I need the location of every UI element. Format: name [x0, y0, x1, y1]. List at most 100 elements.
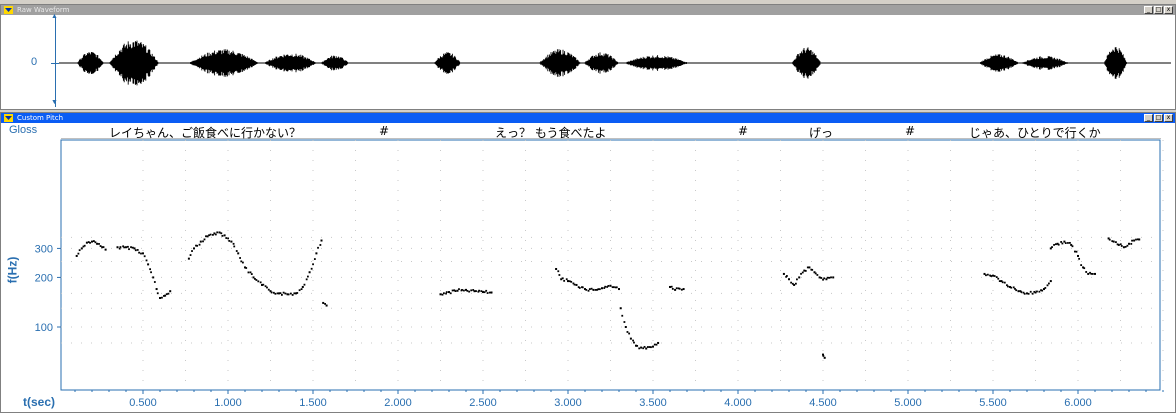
pitch-point: [601, 287, 603, 290]
pitch-point: [643, 345, 646, 348]
pitch-point: [578, 287, 581, 289]
pitch-point: [198, 243, 201, 246]
pitch-point: [678, 287, 681, 290]
pitch-point: [669, 285, 671, 288]
pitch-point: [632, 339, 634, 342]
maximize-button[interactable]: □: [1154, 6, 1163, 14]
plot-frame: [60, 139, 1161, 391]
pitch-point: [1085, 271, 1088, 273]
pitch-point: [249, 271, 252, 274]
pitch-point: [613, 286, 615, 289]
pitch-point: [573, 283, 576, 286]
pitch-point: [1138, 238, 1141, 241]
pitch-point: [313, 258, 316, 260]
pitch-point: [830, 276, 832, 279]
waveform-title-bar[interactable]: Raw Waveform _ □ x: [1, 5, 1175, 15]
pitch-point: [594, 289, 597, 291]
pitch-point: [636, 344, 639, 347]
pitch-point: [826, 276, 829, 279]
pitch-point: [153, 281, 156, 283]
pitch-point: [483, 291, 486, 294]
y-tick-label: 100: [35, 322, 53, 334]
waveform-y-axis: [55, 17, 56, 107]
pitch-point: [89, 241, 91, 244]
pitch-point: [131, 246, 134, 249]
pitch-point: [257, 280, 260, 283]
pitch-point: [145, 259, 148, 262]
pitch-point: [305, 278, 308, 281]
waveform-burst: [584, 52, 619, 74]
pitch-point: [300, 288, 303, 291]
pitch-point: [317, 246, 319, 249]
pitch-point: [140, 252, 142, 255]
pitch-point: [272, 291, 275, 294]
minimize-button[interactable]: _: [1144, 6, 1153, 14]
pitch-point: [1083, 267, 1086, 270]
pitch-point: [1010, 286, 1013, 289]
pitch-point: [267, 288, 270, 291]
pitch-point: [558, 274, 561, 276]
pitch-point: [786, 275, 788, 277]
pitch-point: [242, 261, 244, 264]
pitch-point: [308, 271, 311, 274]
pitch-point: [624, 326, 627, 328]
waveform-burst: [321, 55, 349, 71]
pitch-point: [794, 282, 797, 285]
pitch-point: [1108, 238, 1111, 241]
pitch-point: [325, 304, 328, 307]
pitch-point: [230, 240, 233, 243]
x-tick-label: 5.500: [979, 397, 1007, 409]
pitch-point: [592, 288, 595, 291]
pitch-point: [682, 288, 685, 291]
waveform-burst: [1021, 56, 1069, 70]
pitch-point: [1133, 239, 1136, 242]
close-button[interactable]: x: [1164, 6, 1173, 14]
pitch-point: [1007, 285, 1009, 288]
pitch-point: [480, 290, 483, 293]
pitch-point: [220, 232, 223, 235]
pitch-point: [657, 341, 660, 344]
pitch-point: [454, 290, 457, 292]
pitch-point: [1091, 273, 1094, 275]
pitch-point: [468, 290, 471, 293]
pitch-point: [159, 296, 161, 299]
window-menu-icon[interactable]: [4, 6, 13, 14]
pitch-point: [619, 307, 622, 310]
pitch-point: [96, 242, 99, 245]
pitch-point: [1071, 245, 1074, 248]
pitch-point: [165, 293, 168, 296]
pitch-point: [259, 281, 262, 284]
waveform-burst: [109, 40, 160, 86]
pitch-point: [169, 290, 172, 293]
pitch-point: [287, 293, 290, 296]
pitch-point: [83, 244, 86, 247]
pitch-point: [1051, 246, 1053, 249]
pitch-point: [202, 240, 204, 243]
pitch-point: [470, 289, 473, 292]
pitch-point: [650, 346, 652, 349]
pitch-point: [832, 276, 835, 279]
pitch-point: [590, 287, 593, 290]
pitch-point: [270, 291, 273, 294]
pitch-point: [796, 278, 798, 281]
waveform-burst: [1104, 47, 1127, 79]
pitch-point: [225, 237, 228, 239]
pitch-point: [298, 289, 301, 292]
x-tick-label: 2.000: [384, 397, 412, 409]
pitch-point: [652, 345, 654, 348]
waveform-plot[interactable]: [59, 15, 1175, 111]
pitch-chart[interactable]: 300 200 100 0.500 1.000 1.500 2.000 2.500 3.000 3…: [0, 113, 1176, 413]
pitch-point: [587, 289, 590, 292]
pitch-point: [279, 292, 282, 295]
pitch-point: [628, 332, 631, 335]
pitch-point: [147, 263, 150, 266]
pitch-point: [1135, 238, 1137, 241]
pitch-point: [581, 286, 584, 289]
pitch-point: [1087, 272, 1090, 275]
pitch-point: [1046, 284, 1049, 287]
waveform-zero-tick: [51, 63, 59, 64]
pitch-point: [310, 267, 313, 270]
pitch-point: [800, 272, 802, 275]
pitch-point: [1036, 290, 1038, 293]
pitch-point: [801, 271, 804, 274]
